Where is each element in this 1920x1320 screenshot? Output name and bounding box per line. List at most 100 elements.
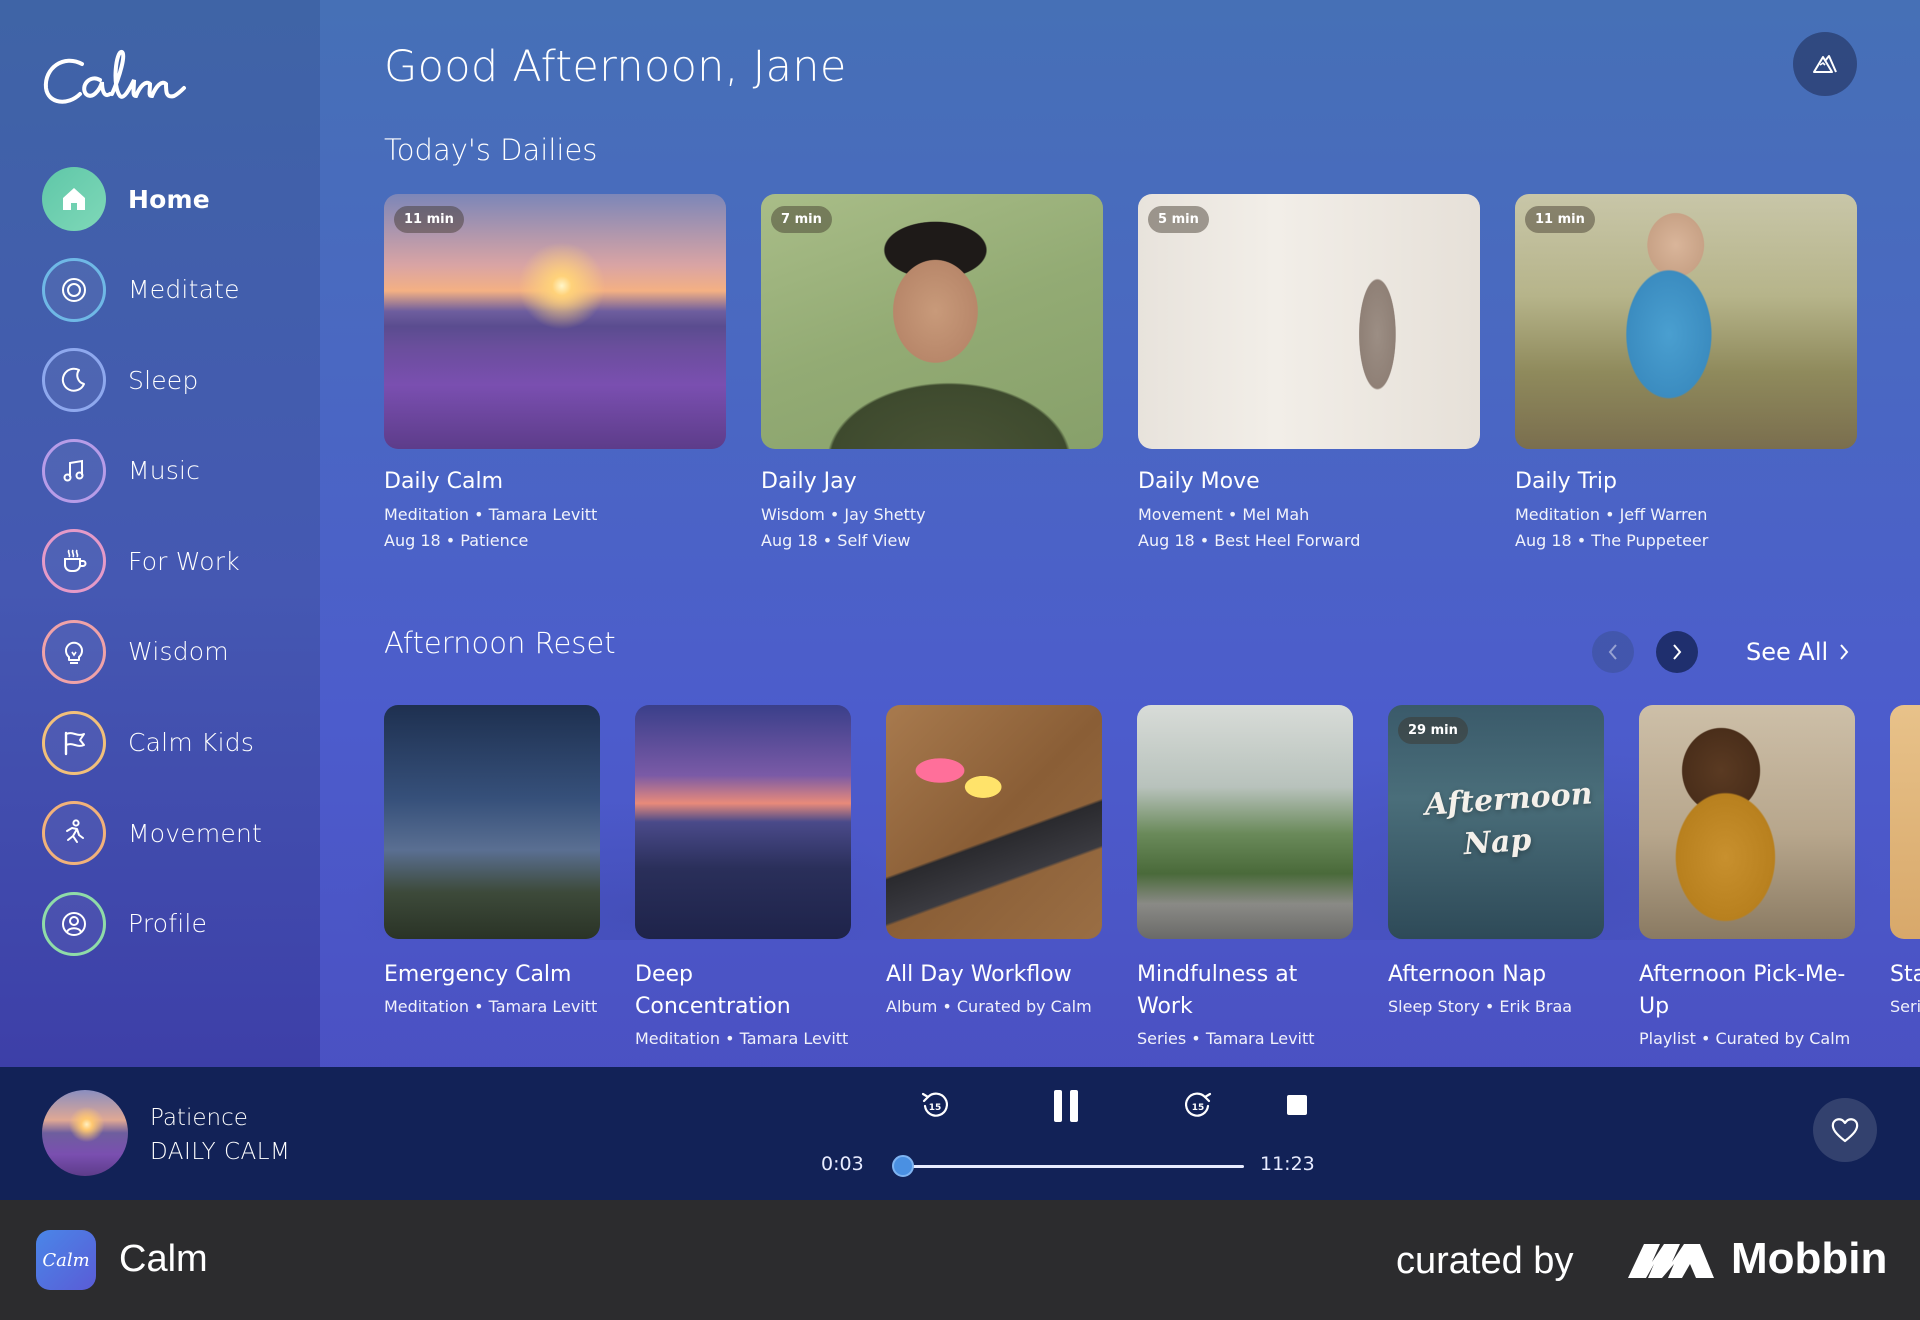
chevron-left-icon: [1608, 644, 1617, 660]
music-icon: [42, 438, 106, 503]
sidebar-item-label: Movement: [128, 818, 263, 848]
now-playing-bar: Patience DAILY CALM 15 15: [0, 1067, 1920, 1200]
sidebar-item-for-work[interactable]: For Work: [42, 528, 312, 594]
mindfulness-at-work-thumbnail: [1137, 705, 1353, 939]
reset-card[interactable]: 29 min Afternoon Nap Afternoon Nap Sleep…: [1388, 705, 1604, 1055]
afternoon-nap-overlay-text: Afternoon Nap: [1423, 776, 1594, 863]
dailies-row: 11 min Daily Calm Meditation • Tamara Le…: [384, 194, 1857, 554]
sidebar-item-home[interactable]: Home: [42, 166, 312, 232]
sidebar-item-label: Music: [128, 456, 201, 486]
sidebar-item-sleep[interactable]: Sleep: [42, 347, 312, 413]
card-title: Deep Concentration: [635, 962, 791, 1019]
flag-icon: [42, 710, 106, 775]
now-playing-title: Patience: [150, 1105, 248, 1131]
card-date: Aug 18 • Patience: [384, 531, 529, 550]
card-title: Afternoon Nap: [1388, 962, 1547, 987]
afternoon-reset-title: Afternoon Reset: [384, 626, 616, 660]
reset-card[interactable]: Emergency Calm Meditation • Tamara Levit…: [384, 705, 600, 1055]
reset-card[interactable]: Afternoon Pick-Me-Up Playlist • Curated …: [1639, 705, 1855, 1055]
forward-15-icon: 15: [1185, 1092, 1212, 1117]
app-name: Calm: [119, 1238, 208, 1280]
skip-forward-button[interactable]: 15: [1180, 1087, 1216, 1123]
sidebar-item-label: Profile: [128, 909, 208, 939]
card-title: Daily Trip: [1515, 469, 1617, 494]
card-title: Mindfulness at Work: [1137, 962, 1298, 1019]
heart-icon: [1831, 1118, 1859, 1143]
daily-card[interactable]: 11 min Daily Trip Meditation • Jeff Warr…: [1515, 194, 1857, 554]
duration-badge: 11 min: [394, 206, 464, 233]
reset-card[interactable]: Deep Concentration Meditation • Tamara L…: [635, 705, 851, 1055]
see-all-label: See All: [1746, 638, 1829, 666]
home-icon: [42, 167, 106, 231]
app-icon-wordmark: Calm: [42, 1249, 90, 1271]
see-all-link[interactable]: See All: [1746, 638, 1850, 666]
skip-back-button[interactable]: 15: [917, 1087, 953, 1123]
card-subtitle: Movement • Mel Mah: [1138, 505, 1310, 524]
sidebar-item-label: Calm Kids: [128, 728, 255, 758]
greeting: Good Afternoon, Jane: [384, 42, 847, 92]
stop-icon: [1287, 1095, 1307, 1115]
skip-back-seconds: 15: [929, 1103, 942, 1113]
calm-app-icon: Calm: [36, 1230, 96, 1290]
sidebar-item-label: Sleep: [128, 365, 199, 395]
reset-card[interactable]: All Day Workflow Album • Curated by Calm: [886, 705, 1102, 1055]
daily-trip-thumbnail: 11 min: [1515, 194, 1857, 449]
mountain-icon: [1813, 55, 1837, 73]
card-date: Aug 18 • Best Heel Forward: [1138, 531, 1361, 550]
now-playing-artwork[interactable]: [42, 1090, 128, 1176]
pause-button[interactable]: [1044, 1084, 1088, 1128]
scene-button[interactable]: [1793, 32, 1857, 96]
movement-icon: [42, 801, 106, 866]
reset-card[interactable]: Mindfulness at Work Series • Tamara Levi…: [1137, 705, 1353, 1055]
sidebar-item-label: Home: [128, 184, 210, 214]
card-title: Afternoon Pick-Me-Up: [1639, 962, 1846, 1019]
sidebar-item-calm-kids[interactable]: Calm Kids: [42, 710, 312, 776]
sidebar: Home Meditate Sleep Music For Work Wisdom Calm…: [0, 0, 320, 1067]
emergency-calm-thumbnail: [384, 705, 600, 939]
stop-button[interactable]: [1284, 1092, 1310, 1118]
progress-track[interactable]: [902, 1165, 1244, 1168]
chevron-right-icon: [1673, 644, 1682, 660]
partial-card-thumbnail: [1890, 705, 1920, 939]
favorite-button[interactable]: [1813, 1098, 1877, 1162]
profile-icon: [42, 891, 106, 956]
carousel-next-button[interactable]: [1656, 631, 1698, 673]
mobbin-logo-icon: [1628, 1244, 1714, 1278]
carousel-prev-button[interactable]: [1592, 631, 1634, 673]
card-title: Sta: [1890, 962, 1920, 987]
reset-card[interactable]: Sta Seri: [1890, 705, 1920, 1055]
card-subtitle: Playlist • Curated by Calm: [1639, 1029, 1851, 1048]
calm-logo[interactable]: [42, 46, 187, 116]
card-subtitle: Seri: [1890, 997, 1920, 1016]
sidebar-item-label: Meditate: [128, 275, 240, 305]
card-title: All Day Workflow: [886, 962, 1072, 987]
all-day-workflow-thumbnail: [886, 705, 1102, 939]
daily-card[interactable]: 11 min Daily Calm Meditation • Tamara Le…: [384, 194, 726, 554]
afternoon-reset-row: Emergency Calm Meditation • Tamara Levit…: [384, 705, 1920, 1055]
sidebar-item-profile[interactable]: Profile: [42, 891, 312, 957]
card-title: Daily Calm: [384, 469, 504, 494]
sidebar-item-wisdom[interactable]: Wisdom: [42, 619, 312, 685]
moon-icon: [42, 348, 106, 413]
chevron-right-icon: [1840, 644, 1849, 660]
now-playing-subtitle: DAILY CALM: [150, 1139, 291, 1165]
sidebar-item-music[interactable]: Music: [42, 438, 312, 504]
daily-card[interactable]: 7 min Daily Jay Wisdom • Jay Shetty Aug …: [761, 194, 1103, 554]
card-subtitle: Sleep Story • Erik Braa: [1388, 997, 1573, 1016]
sidebar-item-movement[interactable]: Movement: [42, 800, 312, 866]
main-content: Good Afternoon, Jane Today's Dailies 11 …: [384, 0, 1920, 1067]
sidebar-item-meditate[interactable]: Meditate: [42, 257, 312, 323]
daily-card[interactable]: 5 min Daily Move Movement • Mel Mah Aug …: [1138, 194, 1480, 554]
afternoon-nap-thumbnail: 29 min Afternoon Nap: [1388, 705, 1604, 939]
sidebar-nav: Home Meditate Sleep Music For Work Wisdom Calm…: [42, 166, 312, 981]
duration-badge: 11 min: [1525, 206, 1595, 233]
daily-jay-thumbnail: 7 min: [761, 194, 1103, 449]
curated-by-label: curated by: [1396, 1240, 1574, 1282]
dailies-title: Today's Dailies: [384, 133, 598, 167]
sidebar-item-label: Wisdom: [128, 637, 229, 667]
skip-forward-seconds: 15: [1192, 1103, 1205, 1113]
daily-calm-thumbnail: 11 min: [384, 194, 726, 449]
footer-bar: Calm Calm curated by Mobbin: [0, 1200, 1920, 1320]
card-subtitle: Wisdom • Jay Shetty: [761, 505, 926, 524]
duration-badge: 5 min: [1148, 206, 1209, 233]
